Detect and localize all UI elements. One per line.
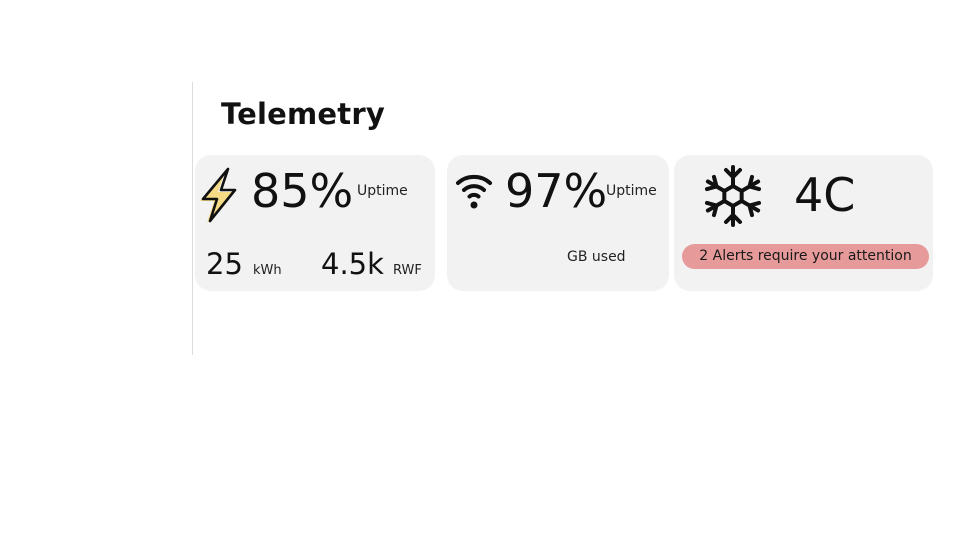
wifi-icon [455,169,493,209]
power-card[interactable]: 85% Uptime 25 kWh 4.5k RWF [195,155,435,291]
cost-value: 4.5k [321,247,384,281]
temperature-value: 4C [794,168,856,222]
power-uptime-value: 85% [251,164,354,218]
energy-unit: kWh [253,263,282,278]
cost-unit: RWF [393,263,422,278]
energy-value: 25 [206,247,243,281]
data-used-label: GB used [567,249,626,265]
page-title: Telemetry [221,97,385,131]
network-uptime-label: Uptime [606,183,657,199]
power-uptime-label: Uptime [357,183,408,199]
snowflake-icon [701,163,765,229]
cooling-card[interactable]: 4C 2 Alerts require your attention [674,155,933,291]
network-card[interactable]: 97% Uptime GB used [447,155,669,291]
network-uptime-value: 97% [505,164,608,218]
section-divider [192,82,193,355]
lightning-bolt-icon [197,166,243,224]
alert-banner[interactable]: 2 Alerts require your attention [682,244,929,269]
